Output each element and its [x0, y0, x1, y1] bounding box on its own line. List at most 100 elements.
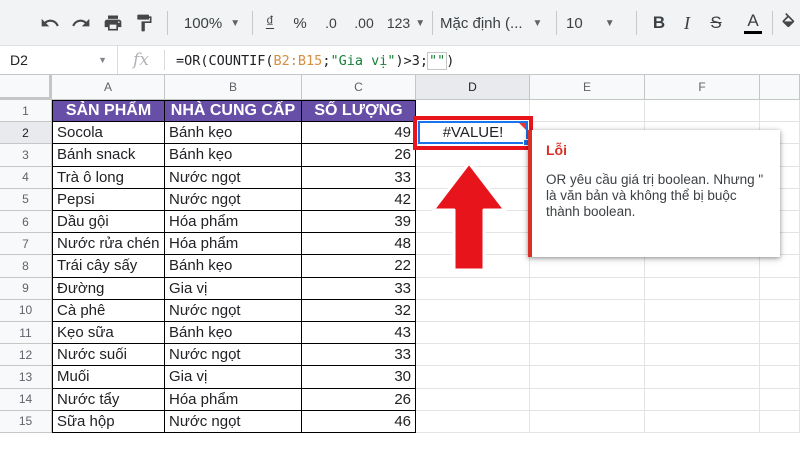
grid-cell[interactable] [760, 277, 800, 300]
column-header-g[interactable] [760, 75, 800, 100]
column-header-d[interactable]: D [416, 75, 530, 100]
fill-color-icon[interactable] [780, 0, 800, 46]
row-header-8[interactable]: 8 [0, 255, 52, 278]
grid-cell[interactable] [645, 366, 760, 389]
percent-button[interactable]: % [288, 0, 312, 46]
table-cell[interactable]: Muối [52, 366, 165, 389]
grid-cell[interactable] [530, 100, 645, 123]
table-cell[interactable]: Nước ngọt [165, 410, 302, 433]
grid-cell[interactable] [416, 277, 530, 300]
table-cell[interactable]: Nước ngọt [165, 188, 302, 211]
grid-cell[interactable] [530, 410, 645, 433]
table-cell[interactable]: 26 [302, 144, 416, 167]
more-formats-select[interactable]: 123 ▼ [382, 0, 430, 46]
row-header-13[interactable]: 13 [0, 366, 52, 389]
table-cell[interactable]: Kẹo sữa [52, 322, 165, 345]
grid-cell[interactable] [416, 388, 530, 411]
table-cell[interactable]: 33 [302, 166, 416, 189]
table-cell[interactable]: Pepsi [52, 188, 165, 211]
table-cell[interactable]: 39 [302, 211, 416, 234]
table-cell[interactable]: Socola [52, 122, 165, 145]
strikethrough-button[interactable]: S [705, 0, 727, 46]
grid-cell[interactable] [645, 255, 760, 278]
table-cell[interactable]: Dầu gội [52, 211, 165, 234]
select-all-corner[interactable] [0, 75, 52, 100]
print-icon[interactable] [99, 0, 127, 46]
grid-cell[interactable] [760, 255, 800, 278]
grid-cell[interactable] [645, 277, 760, 300]
grid-cell[interactable] [416, 410, 530, 433]
table-cell[interactable]: 33 [302, 277, 416, 300]
grid-cell[interactable] [645, 410, 760, 433]
grid-cell[interactable] [760, 299, 800, 322]
grid-cell[interactable] [760, 344, 800, 367]
row-header-3[interactable]: 3 [0, 144, 52, 167]
grid-cell[interactable] [530, 344, 645, 367]
grid-cell[interactable] [416, 299, 530, 322]
row-header-14[interactable]: 14 [0, 388, 52, 411]
increase-decimal-button[interactable]: .00 [349, 0, 379, 46]
name-box[interactable]: D2 ▼ [0, 46, 118, 74]
grid-cell[interactable] [760, 388, 800, 411]
row-header-10[interactable]: 10 [0, 299, 52, 322]
table-cell[interactable]: Bánh kẹo [165, 122, 302, 145]
row-header-9[interactable]: 9 [0, 277, 52, 300]
table-header[interactable]: SỐ LƯỢNG [302, 100, 416, 123]
currency-button[interactable]: ₫ [258, 0, 282, 46]
table-cell[interactable]: Sữa hộp [52, 410, 165, 433]
table-cell[interactable]: Cà phê [52, 299, 165, 322]
table-cell[interactable]: Gia vị [165, 366, 302, 389]
row-header-6[interactable]: 6 [0, 211, 52, 234]
zoom-select[interactable]: 100% ▼ [180, 0, 244, 46]
grid-cell[interactable] [645, 322, 760, 345]
table-header[interactable]: NHÀ CUNG CẤP [165, 100, 302, 123]
table-cell[interactable]: Bánh kẹo [165, 255, 302, 278]
grid-cell[interactable] [645, 299, 760, 322]
grid-cell[interactable] [530, 255, 645, 278]
table-cell[interactable]: Trái cây sấy [52, 255, 165, 278]
table-cell[interactable]: Hóa phẩm [165, 233, 302, 256]
table-cell[interactable]: Hóa phẩm [165, 211, 302, 234]
column-header-c[interactable]: C [302, 75, 416, 100]
row-header-15[interactable]: 15 [0, 410, 52, 433]
row-header-2[interactable]: 2 [0, 122, 52, 145]
column-header-b[interactable]: B [165, 75, 302, 100]
table-cell[interactable]: 48 [302, 233, 416, 256]
row-header-5[interactable]: 5 [0, 188, 52, 211]
font-size-select[interactable]: 10 ▼ [566, 0, 626, 46]
table-cell[interactable]: Bánh snack [52, 144, 165, 167]
table-cell[interactable]: 22 [302, 255, 416, 278]
italic-button[interactable]: I [676, 0, 698, 46]
decrease-decimal-button[interactable]: .0 [318, 0, 344, 46]
table-cell[interactable]: 49 [302, 122, 416, 145]
table-cell[interactable]: Nước ngọt [165, 299, 302, 322]
grid-cell[interactable] [530, 388, 645, 411]
grid-cell[interactable] [760, 100, 800, 123]
table-cell[interactable]: Hóa phẩm [165, 388, 302, 411]
text-color-button[interactable]: A [741, 0, 765, 46]
table-header[interactable]: SẢN PHẨM [52, 100, 165, 123]
column-header-e[interactable]: E [530, 75, 645, 100]
row-header-7[interactable]: 7 [0, 233, 52, 256]
table-cell[interactable]: Bánh kẹo [165, 322, 302, 345]
table-cell[interactable]: Nước suối [52, 344, 165, 367]
table-cell[interactable]: Trà ô long [52, 166, 165, 189]
table-cell[interactable]: Gia vị [165, 277, 302, 300]
grid-cell[interactable] [760, 322, 800, 345]
grid-cell[interactable] [645, 100, 760, 123]
column-header-a[interactable]: A [52, 75, 165, 100]
grid-cell[interactable] [645, 344, 760, 367]
table-cell[interactable]: Nước tẩy [52, 388, 165, 411]
table-cell[interactable]: Nước rửa chén [52, 233, 165, 256]
table-cell[interactable]: 33 [302, 344, 416, 367]
grid-cell[interactable] [416, 366, 530, 389]
paint-format-icon[interactable] [130, 0, 158, 46]
undo-icon[interactable] [36, 0, 64, 46]
grid-cell[interactable] [645, 388, 760, 411]
grid-cell[interactable] [760, 410, 800, 433]
bold-button[interactable]: B [648, 0, 670, 46]
row-header-12[interactable]: 12 [0, 344, 52, 367]
table-cell[interactable]: 42 [302, 188, 416, 211]
grid-cell[interactable] [416, 344, 530, 367]
row-header-1[interactable]: 1 [0, 100, 52, 123]
